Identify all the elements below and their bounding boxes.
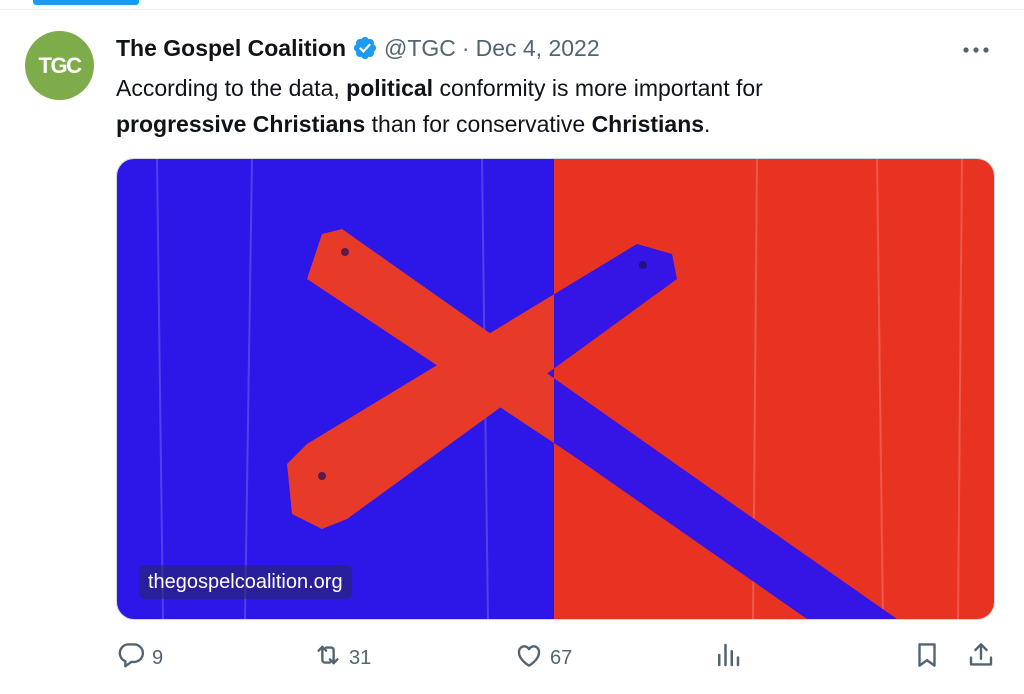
tab-indicator xyxy=(33,0,139,5)
tweet-date[interactable]: Dec 4, 2022 xyxy=(476,35,600,62)
bookmark-icon xyxy=(912,640,942,676)
tweet-text-bold: progressive Christians xyxy=(116,111,366,137)
tweet-actions: 9 31 67 xyxy=(0,630,1024,686)
like-icon xyxy=(514,640,544,676)
verified-badge-icon[interactable] xyxy=(352,35,378,61)
avatar[interactable]: TGC xyxy=(25,31,94,100)
reply-button[interactable]: 9 xyxy=(116,640,163,676)
reply-icon xyxy=(116,640,146,676)
top-divider xyxy=(0,0,1024,10)
tweet-text-bold: political xyxy=(346,75,434,101)
header-separator: · xyxy=(461,34,470,61)
more-icon[interactable] xyxy=(956,36,996,64)
display-name[interactable]: The Gospel Coalition xyxy=(116,35,346,62)
tweet-text: According to the data, political conform… xyxy=(116,70,976,142)
tweet-text-part: According to the data, xyxy=(116,75,347,101)
tweet-text-part: . xyxy=(704,111,711,137)
tweet-text-bold: Christians xyxy=(591,111,705,137)
tweet-text-part: than for conservative xyxy=(365,111,592,137)
tweet-text-part: conformity is more important for xyxy=(433,75,763,101)
retweet-button[interactable]: 31 xyxy=(313,640,371,676)
tweet-media-card[interactable]: thegospelcoalition.org xyxy=(116,158,995,620)
like-count: 67 xyxy=(550,646,573,669)
views-button[interactable] xyxy=(713,640,743,676)
share-button[interactable] xyxy=(966,640,996,676)
bookmark-button[interactable] xyxy=(912,640,942,676)
avatar-logo-text: TGC xyxy=(38,52,82,78)
tweet-header: The Gospel Coalition @TGC · Dec 4, 2022 xyxy=(116,32,600,64)
media-link-label[interactable]: thegospelcoalition.org xyxy=(139,565,352,599)
reply-count: 9 xyxy=(152,646,164,669)
like-button[interactable]: 67 xyxy=(514,640,572,676)
share-icon xyxy=(966,640,996,676)
retweet-icon xyxy=(313,640,343,676)
views-icon xyxy=(713,640,743,676)
retweet-count: 31 xyxy=(349,646,372,669)
user-handle[interactable]: @TGC xyxy=(384,35,456,62)
cross-illustration xyxy=(117,159,994,619)
